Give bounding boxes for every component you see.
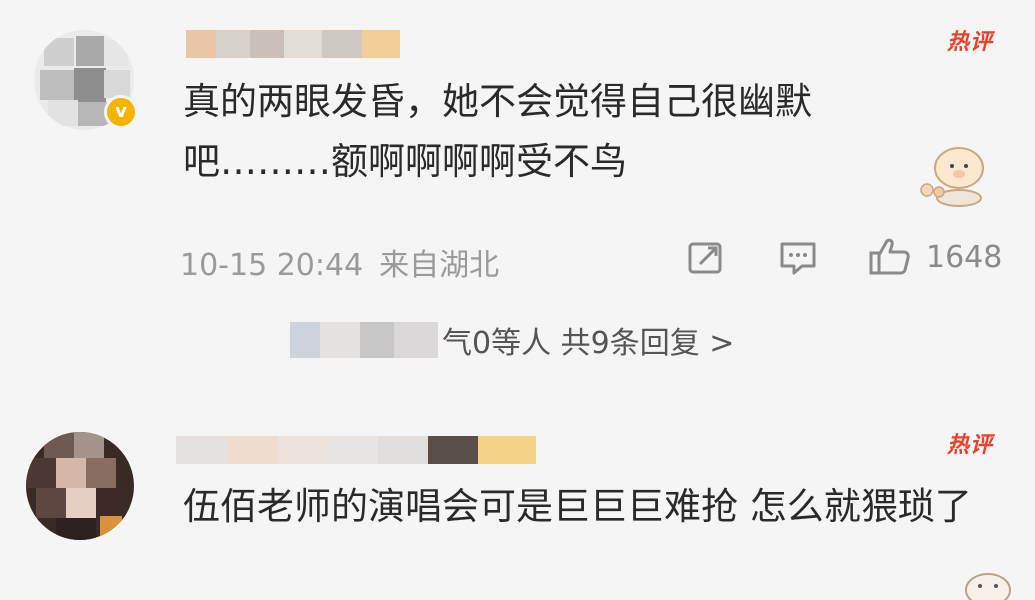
sticker-icon [965, 573, 1011, 600]
comment-text: 伍佰老师的演唱会可是巨巨巨难抢 怎么就猥琐了 [183, 485, 972, 528]
hot-comment-badge: 热评 [946, 433, 993, 458]
username-blurred[interactable] [176, 436, 536, 464]
comment-item: 热评 伍佰老师的演唱会可是巨巨巨难抢 怎么就猥琐了 [0, 0, 1035, 600]
avatar[interactable] [26, 432, 134, 540]
